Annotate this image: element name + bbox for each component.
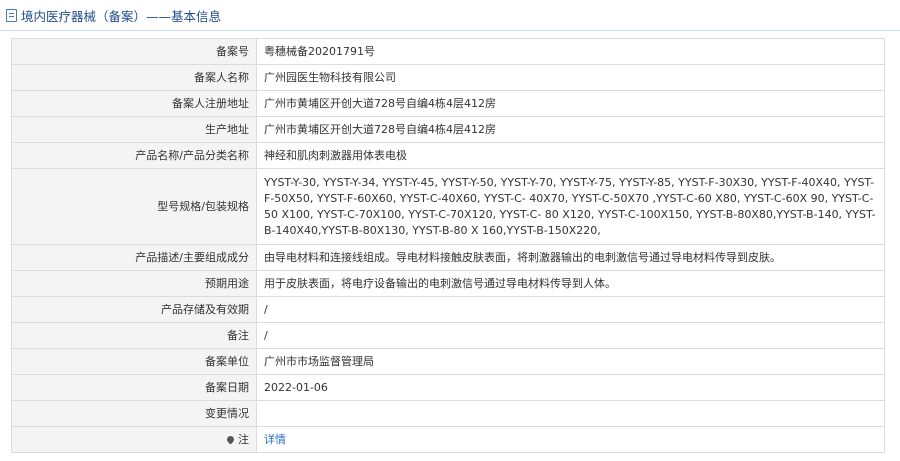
table-row: 产品描述/主要组成成分 由导电材料和连接线组成。导电材料接触皮肤表面，将刺激器输…: [11, 244, 885, 271]
table-row: 预期用途 用于皮肤表面，将电疗设备输出的电刺激信号通过导电材料传导到人体。: [11, 270, 885, 297]
row-label: 注: [11, 426, 257, 453]
row-label: 备案号: [11, 38, 257, 65]
table-row: 变更情况: [11, 400, 885, 427]
row-value: 由导电材料和连接线组成。导电材料接触皮肤表面，将刺激器输出的电刺激信号通过导电材…: [256, 244, 885, 271]
note-label: 注: [238, 432, 249, 446]
row-value: 粤穗械备20201791号: [256, 38, 885, 65]
table-row: 备案号 粤穗械备20201791号: [11, 38, 885, 65]
row-value: 广州园医生物科技有限公司: [256, 64, 885, 91]
row-label: 备注: [11, 322, 257, 349]
row-label: 生产地址: [11, 116, 257, 143]
row-value: 神经和肌肉刺激器用体表电极: [256, 142, 885, 169]
row-label: 型号规格/包装规格: [11, 168, 257, 245]
row-value: YYST-Y-30, YYST-Y-34, YYST-Y-45, YYST-Y-…: [256, 168, 885, 245]
table-row: 注 详情: [11, 426, 885, 453]
row-value: 用于皮肤表面，将电疗设备输出的电刺激信号通过导电材料传导到人体。: [256, 270, 885, 297]
page-title: 境内医疗器械（备案）——基本信息: [21, 8, 222, 24]
row-value: 2022-01-06: [256, 374, 885, 401]
info-table: 备案号 粤穗械备20201791号 备案人名称 广州园医生物科技有限公司 备案人…: [11, 38, 885, 453]
row-label: 备案人注册地址: [11, 90, 257, 117]
details-link[interactable]: 详情: [264, 433, 286, 446]
row-label: 备案单位: [11, 348, 257, 375]
table-row: 产品存储及有效期 /: [11, 296, 885, 323]
table-row: 型号规格/包装规格 YYST-Y-30, YYST-Y-34, YYST-Y-4…: [11, 168, 885, 245]
row-value: 广州市黄埔区开创大道728号自编4栋4层412房: [256, 116, 885, 143]
page-header: 境内医疗器械（备案）——基本信息: [0, 0, 900, 31]
row-value: /: [256, 296, 885, 323]
table-row: 备注 /: [11, 322, 885, 349]
row-value: 详情: [256, 426, 885, 453]
row-label: 备案人名称: [11, 64, 257, 91]
row-label: 产品存储及有效期: [11, 296, 257, 323]
row-value: 广州市市场监督管理局: [256, 348, 885, 375]
table-row: 备案单位 广州市市场监督管理局: [11, 348, 885, 375]
row-label: 备案日期: [11, 374, 257, 401]
row-label: 产品名称/产品分类名称: [11, 142, 257, 169]
table-row: 产品名称/产品分类名称 神经和肌肉刺激器用体表电极: [11, 142, 885, 169]
table-row: 备案人名称 广州园医生物科技有限公司: [11, 64, 885, 91]
row-value: [256, 400, 885, 427]
document-icon: [6, 8, 17, 22]
table-row: 备案人注册地址 广州市黄埔区开创大道728号自编4栋4层412房: [11, 90, 885, 117]
row-value: 广州市黄埔区开创大道728号自编4栋4层412房: [256, 90, 885, 117]
table-row: 备案日期 2022-01-06: [11, 374, 885, 401]
row-label: 产品描述/主要组成成分: [11, 244, 257, 271]
table-row: 生产地址 广州市黄埔区开创大道728号自编4栋4层412房: [11, 116, 885, 143]
row-label: 变更情况: [11, 400, 257, 427]
row-label: 预期用途: [11, 270, 257, 297]
row-value: /: [256, 322, 885, 349]
location-pin-icon: [225, 434, 236, 444]
